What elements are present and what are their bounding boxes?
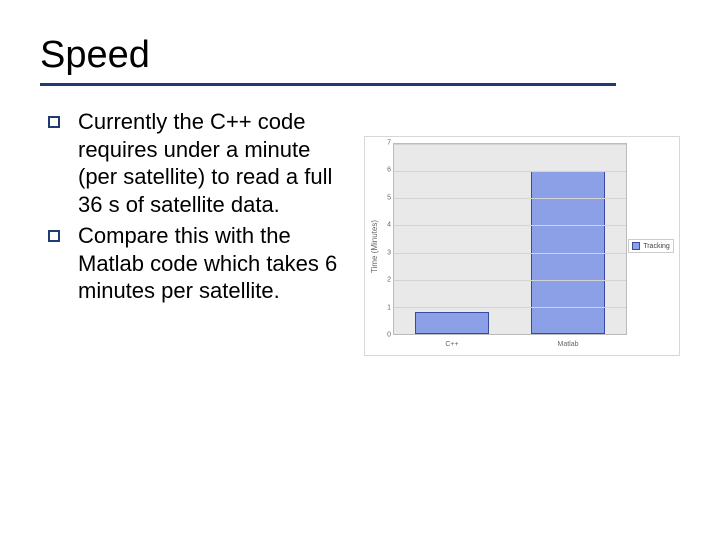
bullet-icon	[48, 230, 60, 242]
bar	[415, 312, 489, 334]
gridline	[394, 171, 626, 172]
x-category-label: Matlab	[510, 341, 626, 348]
slide: Speed Currently the C++ code requires un…	[0, 0, 720, 540]
plot-area: Time (Minutes) 0 1 2 3 4 5 6 7 C++Matlab Tracki…	[369, 143, 675, 349]
gridline	[394, 198, 626, 199]
title-rule	[40, 83, 616, 86]
y-tick: 3	[387, 249, 391, 256]
list-item: Compare this with the Matlab code which …	[48, 222, 350, 305]
y-tick: 6	[387, 167, 391, 174]
gridline	[394, 280, 626, 281]
bar-slot	[510, 144, 626, 334]
plot-box: C++Matlab	[393, 143, 627, 335]
page-title: Speed	[40, 34, 680, 77]
y-tick: 5	[387, 194, 391, 201]
y-axis-label-col: Time (Minutes)	[369, 143, 381, 349]
legend-swatch-icon	[632, 242, 640, 250]
y-tick: 1	[387, 304, 391, 311]
bullet-text: Currently the C++ code requires under a …	[78, 108, 350, 218]
gridline	[394, 307, 626, 308]
bar-row	[394, 144, 626, 334]
y-tick: 7	[387, 140, 391, 147]
bullet-list: Currently the C++ code requires under a …	[40, 108, 350, 309]
gridline	[394, 253, 626, 254]
gridline	[394, 225, 626, 226]
content-row: Currently the C++ code requires under a …	[40, 108, 680, 356]
chart: Time (Minutes) 0 1 2 3 4 5 6 7 C++Matlab Tracki…	[364, 136, 680, 356]
bullet-text: Compare this with the Matlab code which …	[78, 222, 350, 305]
x-category-label: C++	[394, 341, 510, 348]
y-axis-label: Time (Minutes)	[371, 219, 380, 272]
legend-col: Tracking	[627, 143, 675, 349]
y-tick: 4	[387, 222, 391, 229]
gridline	[394, 144, 626, 145]
list-item: Currently the C++ code requires under a …	[48, 108, 350, 218]
bullet-icon	[48, 116, 60, 128]
legend: Tracking	[628, 239, 674, 253]
legend-label: Tracking	[643, 243, 670, 250]
bar-slot	[394, 144, 510, 334]
y-tick: 2	[387, 277, 391, 284]
y-tick: 0	[387, 332, 391, 339]
y-tick-col: 0 1 2 3 4 5 6 7	[381, 143, 393, 349]
x-categories: C++Matlab	[394, 341, 626, 348]
